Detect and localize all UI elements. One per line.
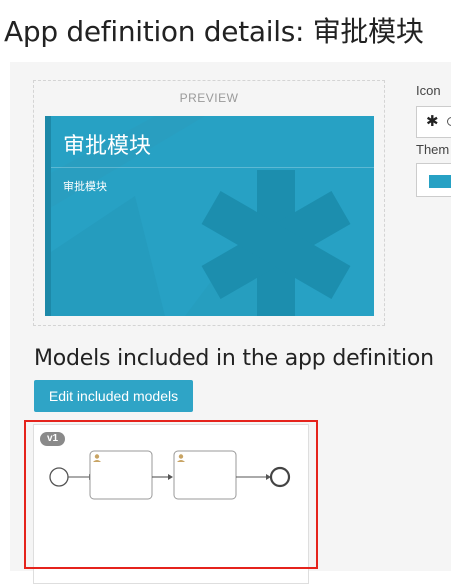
app-preview-tile: 审批模块 审批模块 [45,116,374,316]
asterisk-icon [201,170,351,316]
tile-stripe [45,116,51,316]
page-title: App definition details: 审批模块 [4,15,424,48]
icon-select[interactable]: ✱ [416,106,451,138]
tile-app-description: 审批模块 [63,180,107,193]
icon-label: Icon [416,83,441,98]
preview-label: PREVIEW [179,91,239,105]
theme-label: Them [416,142,450,157]
theme-color-swatch [429,175,451,188]
start-event [49,467,69,487]
tile-divider [51,167,374,168]
theme-select[interactable] [416,163,451,197]
radio-circle-icon [447,117,451,126]
asterisk-icon: ✱ [426,113,439,130]
user-task-1 [89,450,153,500]
edit-included-models-button[interactable]: Edit included models [34,380,193,412]
model-card[interactable]: v1 [33,424,309,584]
tile-app-name: 审批模块 [63,134,152,159]
models-section-title: Models included in the app definition [34,346,434,371]
user-task-2 [173,450,237,500]
process-diagram-thumbnail [49,450,291,500]
end-event [269,466,291,488]
